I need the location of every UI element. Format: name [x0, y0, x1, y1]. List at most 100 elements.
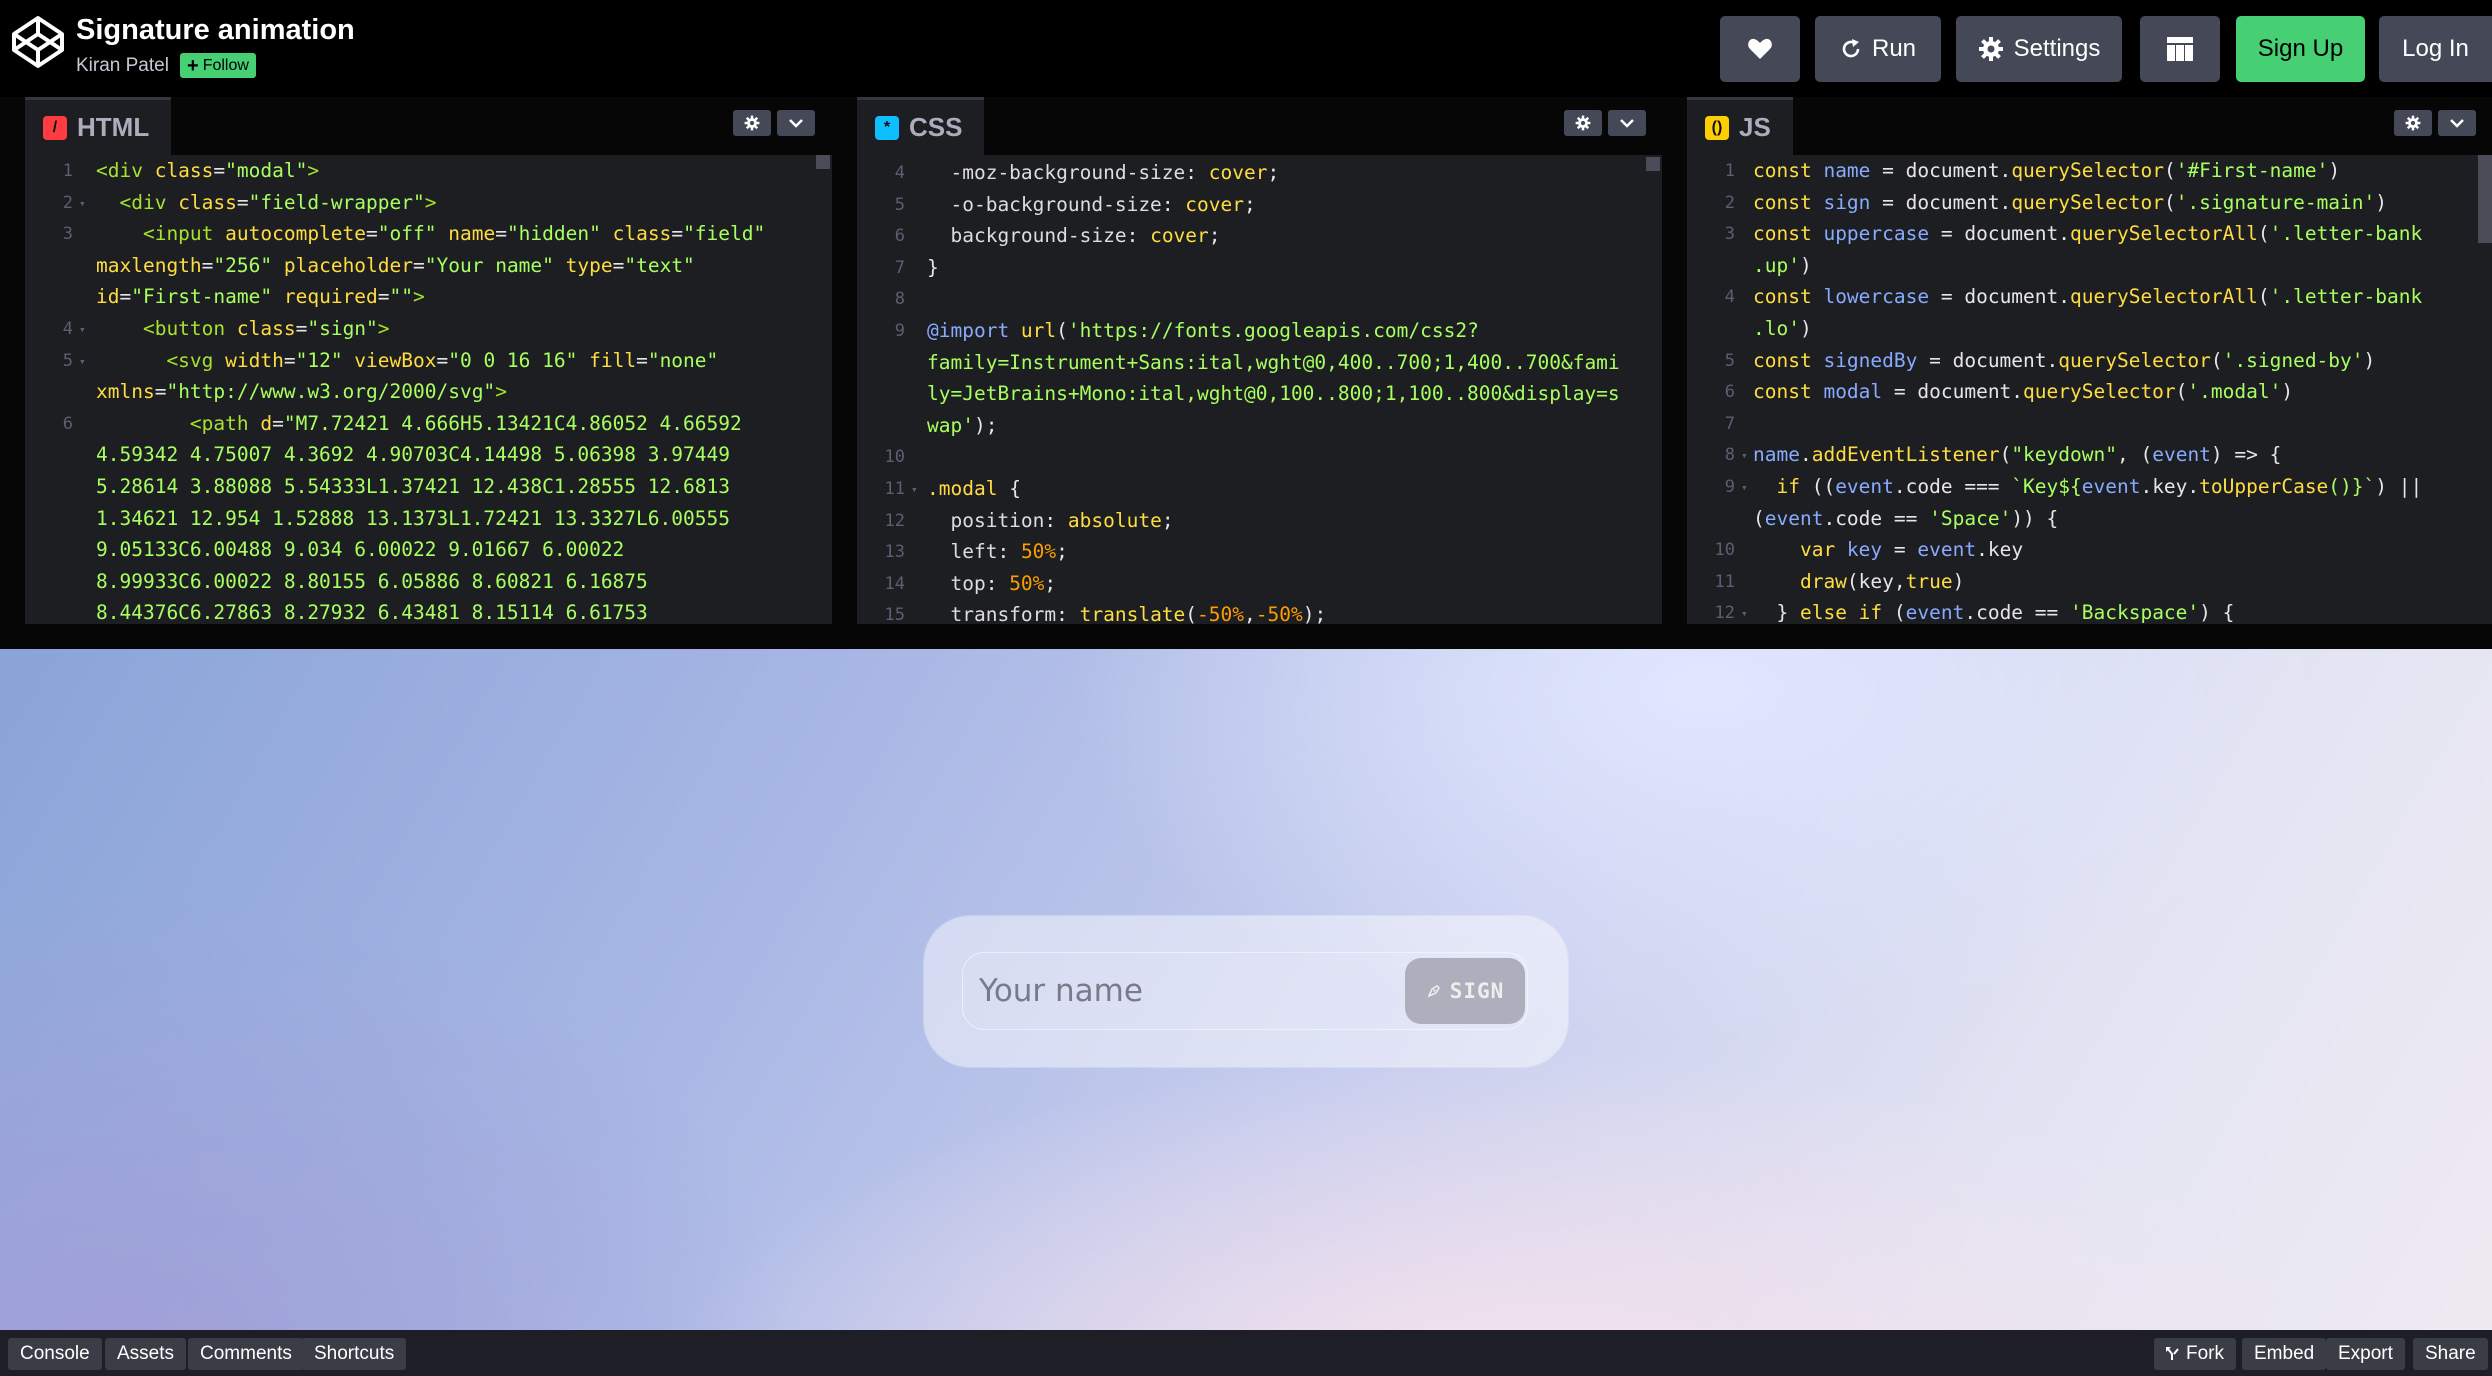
fold-arrow-icon[interactable]: ▾	[79, 323, 86, 336]
shortcuts-button[interactable]: Shortcuts	[302, 1338, 407, 1370]
result-preview: SIGN	[0, 649, 2492, 1330]
export-button[interactable]: Export	[2326, 1338, 2405, 1370]
editor-panes: / HTML 1 <div class="modal"> 2 ▾ <div class…	[0, 97, 2492, 649]
code-line: ly=JetBrains+Mono:ital,wght@0,100..800;1…	[927, 382, 1620, 405]
code-line: <div class="modal">	[96, 159, 319, 182]
fork-button[interactable]: Fork	[2154, 1338, 2236, 1370]
code-token: event	[1905, 601, 1965, 624]
code-token: 'Space'	[1929, 506, 2012, 530]
code-token: ly=JetBrains+Mono:ital,wght@0,100..800;1…	[927, 382, 1620, 406]
follow-button[interactable]: + Follow	[180, 53, 256, 78]
log-in-button[interactable]: Log In	[2379, 16, 2492, 82]
field-wrapper: SIGN	[962, 952, 1528, 1030]
css-scrollbar[interactable]	[1646, 157, 1660, 171]
author-name[interactable]: Kiran Patel	[76, 55, 169, 77]
code-token: absolute	[1067, 508, 1162, 532]
share-button[interactable]: Share	[2413, 1338, 2488, 1370]
code-token: :	[1126, 224, 1151, 248]
js-scrollbar[interactable]	[2478, 155, 2492, 243]
code-token: const	[1753, 285, 1824, 309]
code-token: event	[2081, 475, 2141, 498]
gear-icon	[744, 115, 760, 131]
sign-up-button[interactable]: Sign Up	[2236, 16, 2365, 82]
code-token: if	[1753, 475, 1812, 498]
code-token: translate	[1079, 603, 1186, 624]
code-token: }	[927, 255, 939, 279]
html-scrollbar[interactable]	[816, 155, 830, 169]
line-number: 8	[894, 289, 905, 310]
html-collapse-button[interactable]	[777, 110, 815, 136]
code-token: ;	[1161, 508, 1174, 532]
code-line: name.addEventListener("keydown", (event)…	[1753, 443, 2281, 466]
code-token: "modal"	[225, 159, 308, 182]
js-editor-header: () JS	[1687, 97, 2492, 155]
css-collapse-button[interactable]	[1608, 110, 1646, 136]
code-token: ;	[1208, 224, 1221, 248]
fold-arrow-icon[interactable]: ▾	[1741, 481, 1748, 494]
js-tab[interactable]: () JS	[1687, 97, 1793, 155]
code-token: "none"	[647, 348, 719, 372]
sign-label: SIGN	[1449, 979, 1505, 1003]
fold-arrow-icon[interactable]: ▾	[1741, 449, 1748, 462]
sign-button[interactable]: SIGN	[1405, 958, 1525, 1024]
code-token: <svg	[96, 348, 226, 372]
code-token: addEventListener	[1811, 443, 2000, 467]
console-button[interactable]: Console	[8, 1338, 102, 1370]
code-token: cover	[1208, 161, 1268, 184]
js-collapse-button[interactable]	[2438, 110, 2476, 136]
code-token: "field-wrapper"	[248, 190, 425, 214]
fold-arrow-icon[interactable]: ▾	[911, 483, 918, 496]
js-editor[interactable]: () JS 1 const name = document.querySelect…	[1687, 97, 2492, 624]
run-button[interactable]: Run	[1815, 16, 1941, 82]
code-token: :	[985, 571, 1010, 595]
line-number: 1	[1724, 161, 1735, 181]
code-line: maxlength="256" placeholder="Your name" …	[96, 254, 695, 277]
css-editor[interactable]: * CSS 4 -moz-background-size: cover; 5 -o…	[857, 97, 1662, 624]
love-button[interactable]	[1720, 16, 1800, 82]
code-token: @import	[927, 319, 1021, 342]
fold-arrow-icon[interactable]: ▾	[79, 197, 86, 210]
code-token: cover	[1150, 224, 1209, 248]
js-settings-button[interactable]	[2394, 110, 2432, 136]
fold-arrow-icon[interactable]: ▾	[1741, 607, 1748, 620]
js-code-area[interactable]: 1 const name = document.querySelector('#F…	[1687, 155, 2492, 624]
comments-button[interactable]: Comments	[188, 1338, 304, 1370]
change-view-button[interactable]	[2140, 16, 2220, 82]
html-editor[interactable]: / HTML 1 <div class="modal"> 2 ▾ <div class…	[25, 97, 832, 624]
code-token: querySelector	[2011, 159, 2164, 182]
html-tab[interactable]: / HTML	[25, 97, 172, 155]
embed-button[interactable]: Embed	[2242, 1338, 2327, 1370]
code-token: background-size	[927, 224, 1127, 248]
code-token: -o-background-size	[927, 192, 1162, 216]
css-tab[interactable]: * CSS	[857, 97, 985, 155]
css-code-area[interactable]: 4 -moz-background-size: cover; 5 -o-backg…	[857, 155, 1662, 624]
css-editor-header: * CSS	[857, 97, 1662, 155]
code-line: background-size: cover;	[927, 224, 1221, 248]
code-token: event	[1917, 538, 1977, 562]
name-input[interactable]	[979, 963, 1399, 1019]
code-token: = document.	[1882, 380, 2024, 404]
settings-button[interactable]: Settings	[1956, 16, 2122, 82]
code-token: <div	[96, 190, 179, 214]
line-number: 9	[894, 321, 905, 341]
fork-icon	[2166, 1347, 2179, 1360]
codepen-logo-icon[interactable]	[10, 14, 66, 70]
code-token: 8.44376C6.27863 8.27932 6.43481 8.15114 …	[96, 601, 648, 624]
line-number: 12	[1714, 603, 1735, 624]
code-token: }	[1753, 601, 1800, 624]
code-token: =	[272, 411, 284, 435]
html-code-area[interactable]: 1 <div class="modal"> 2 ▾ <div class="field…	[25, 155, 832, 624]
html-settings-button[interactable]	[733, 110, 771, 136]
js-tab-label: JS	[1739, 112, 1771, 142]
code-token: = document.	[1929, 222, 2071, 246]
code-token: (	[1056, 319, 1068, 342]
code-token: "sign"	[307, 317, 378, 340]
code-token: top	[927, 571, 986, 595]
code-token: "hidden"	[506, 222, 601, 246]
fold-arrow-icon[interactable]: ▾	[79, 355, 86, 368]
css-settings-button[interactable]	[1564, 110, 1602, 136]
assets-button[interactable]: Assets	[105, 1338, 187, 1370]
code-token: .code ==	[1964, 601, 2071, 624]
code-token: draw	[1753, 569, 1847, 593]
code-token: :	[1161, 192, 1186, 216]
